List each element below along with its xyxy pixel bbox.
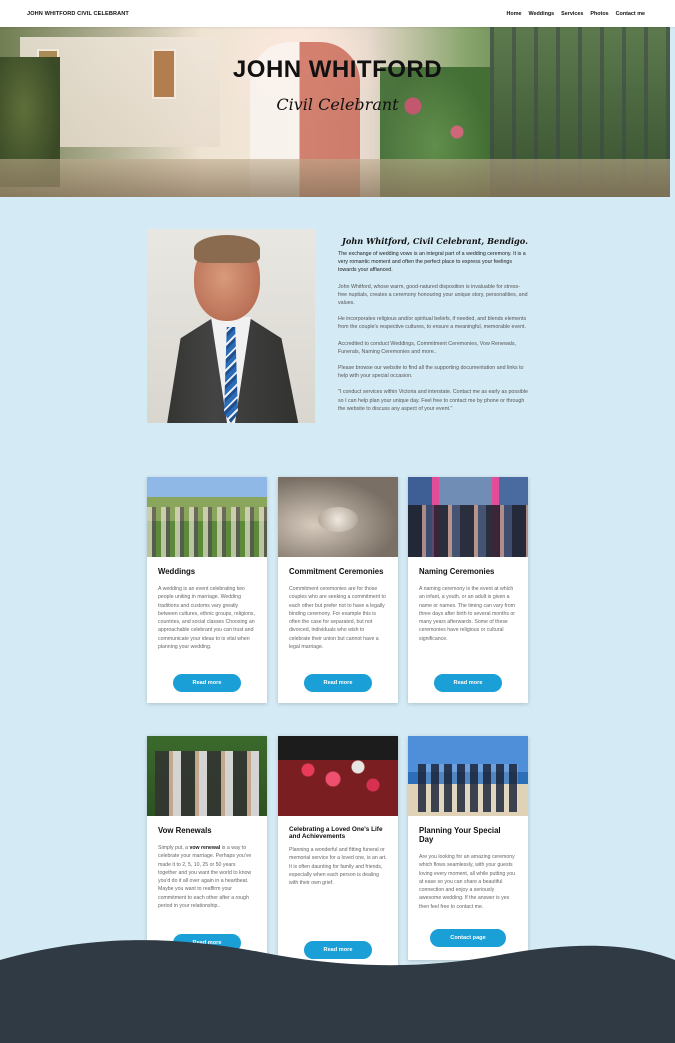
bio-paragraph: "I conduct services within Victoria and … — [338, 389, 528, 412]
bio-paragraph: John Whitford, whose warm, good-natured … — [338, 283, 528, 307]
hero-subtitle: Civil Celebrant — [276, 95, 399, 114]
top-nav: JOHN WHITFORD CIVIL CELEBRANT Home Weddi… — [0, 0, 675, 27]
card-text: Simply put, a vow renewal is a way to ce… — [158, 844, 256, 910]
service-card-weddings: Weddings A wedding is an event celebrati… — [147, 477, 267, 703]
card-text: Planning a wonderful and fitting funeral… — [289, 847, 387, 887]
card-text-bold: vow renewal — [189, 845, 221, 851]
nav-item-photos[interactable]: Photos — [590, 11, 608, 17]
nav-item-weddings[interactable]: Weddings — [529, 11, 555, 17]
nav-item-services[interactable]: Services — [561, 11, 583, 17]
card-text-part: Simply put, a — [158, 845, 190, 851]
card-title: Vow Renewals — [158, 826, 212, 835]
card-title: Celebrating a Loved One's Life and Achie… — [289, 826, 383, 840]
card-text: A naming ceremony is the event at which … — [419, 586, 516, 642]
card-title: Weddings — [158, 567, 196, 576]
card-title: Naming Ceremonies — [419, 567, 495, 576]
celebrant-portrait — [147, 229, 315, 423]
card-text: Commitment ceremonies are for those coup… — [289, 586, 386, 651]
bio-paragraph: Accredited to conduct Weddings, Commitme… — [338, 340, 517, 355]
bio-heading: John Whitford, Civil Celebrant, Bendigo. — [342, 236, 528, 246]
bio-paragraph: Please browse our website to find all th… — [338, 365, 524, 380]
planning-photo — [408, 736, 528, 816]
vow-renewals-photo — [147, 736, 267, 816]
bio-paragraph: The exchange of wedding vows is an integ… — [338, 251, 526, 274]
read-more-button[interactable]: Read more — [173, 674, 241, 692]
card-text: Are you looking for an amazing ceremony … — [419, 854, 516, 910]
service-card-naming: Naming Ceremonies A naming ceremony is t… — [408, 477, 528, 703]
footer-wave — [0, 940, 675, 1043]
card-title: Planning Your Special Day — [419, 826, 501, 844]
hero-title: JOHN WHITFORD — [232, 56, 443, 83]
portrait-hair — [194, 235, 260, 263]
commitment-photo — [278, 477, 398, 557]
read-more-button[interactable]: Read more — [434, 674, 502, 692]
card-title: Commitment Ceremonies — [289, 567, 384, 576]
read-more-button[interactable]: Read more — [304, 674, 372, 692]
funeral-photo — [278, 736, 398, 816]
nav-item-contact[interactable]: Contact me — [616, 11, 645, 17]
site-brand[interactable]: JOHN WHITFORD CIVIL CELEBRANT — [27, 11, 129, 17]
main-menu: Home Weddings Services Photos Contact me — [507, 11, 645, 17]
naming-photo — [408, 477, 528, 557]
card-text-part: is a way to celebrate your marriage. Per… — [158, 845, 252, 910]
bio-paragraph: He incorporates religious and/or spiritu… — [338, 316, 527, 331]
service-card-commitment: Commitment Ceremonies Commitment ceremon… — [278, 477, 398, 703]
card-text: A wedding is an event celebrating two pe… — [158, 586, 255, 651]
nav-item-home[interactable]: Home — [507, 11, 522, 17]
bio-section: John Whitford, Civil Celebrant, Bendigo.… — [338, 236, 528, 421]
hero-ground — [0, 159, 670, 197]
service-card-planning: Planning Your Special Day Are you lookin… — [408, 736, 528, 960]
weddings-photo — [147, 477, 267, 557]
